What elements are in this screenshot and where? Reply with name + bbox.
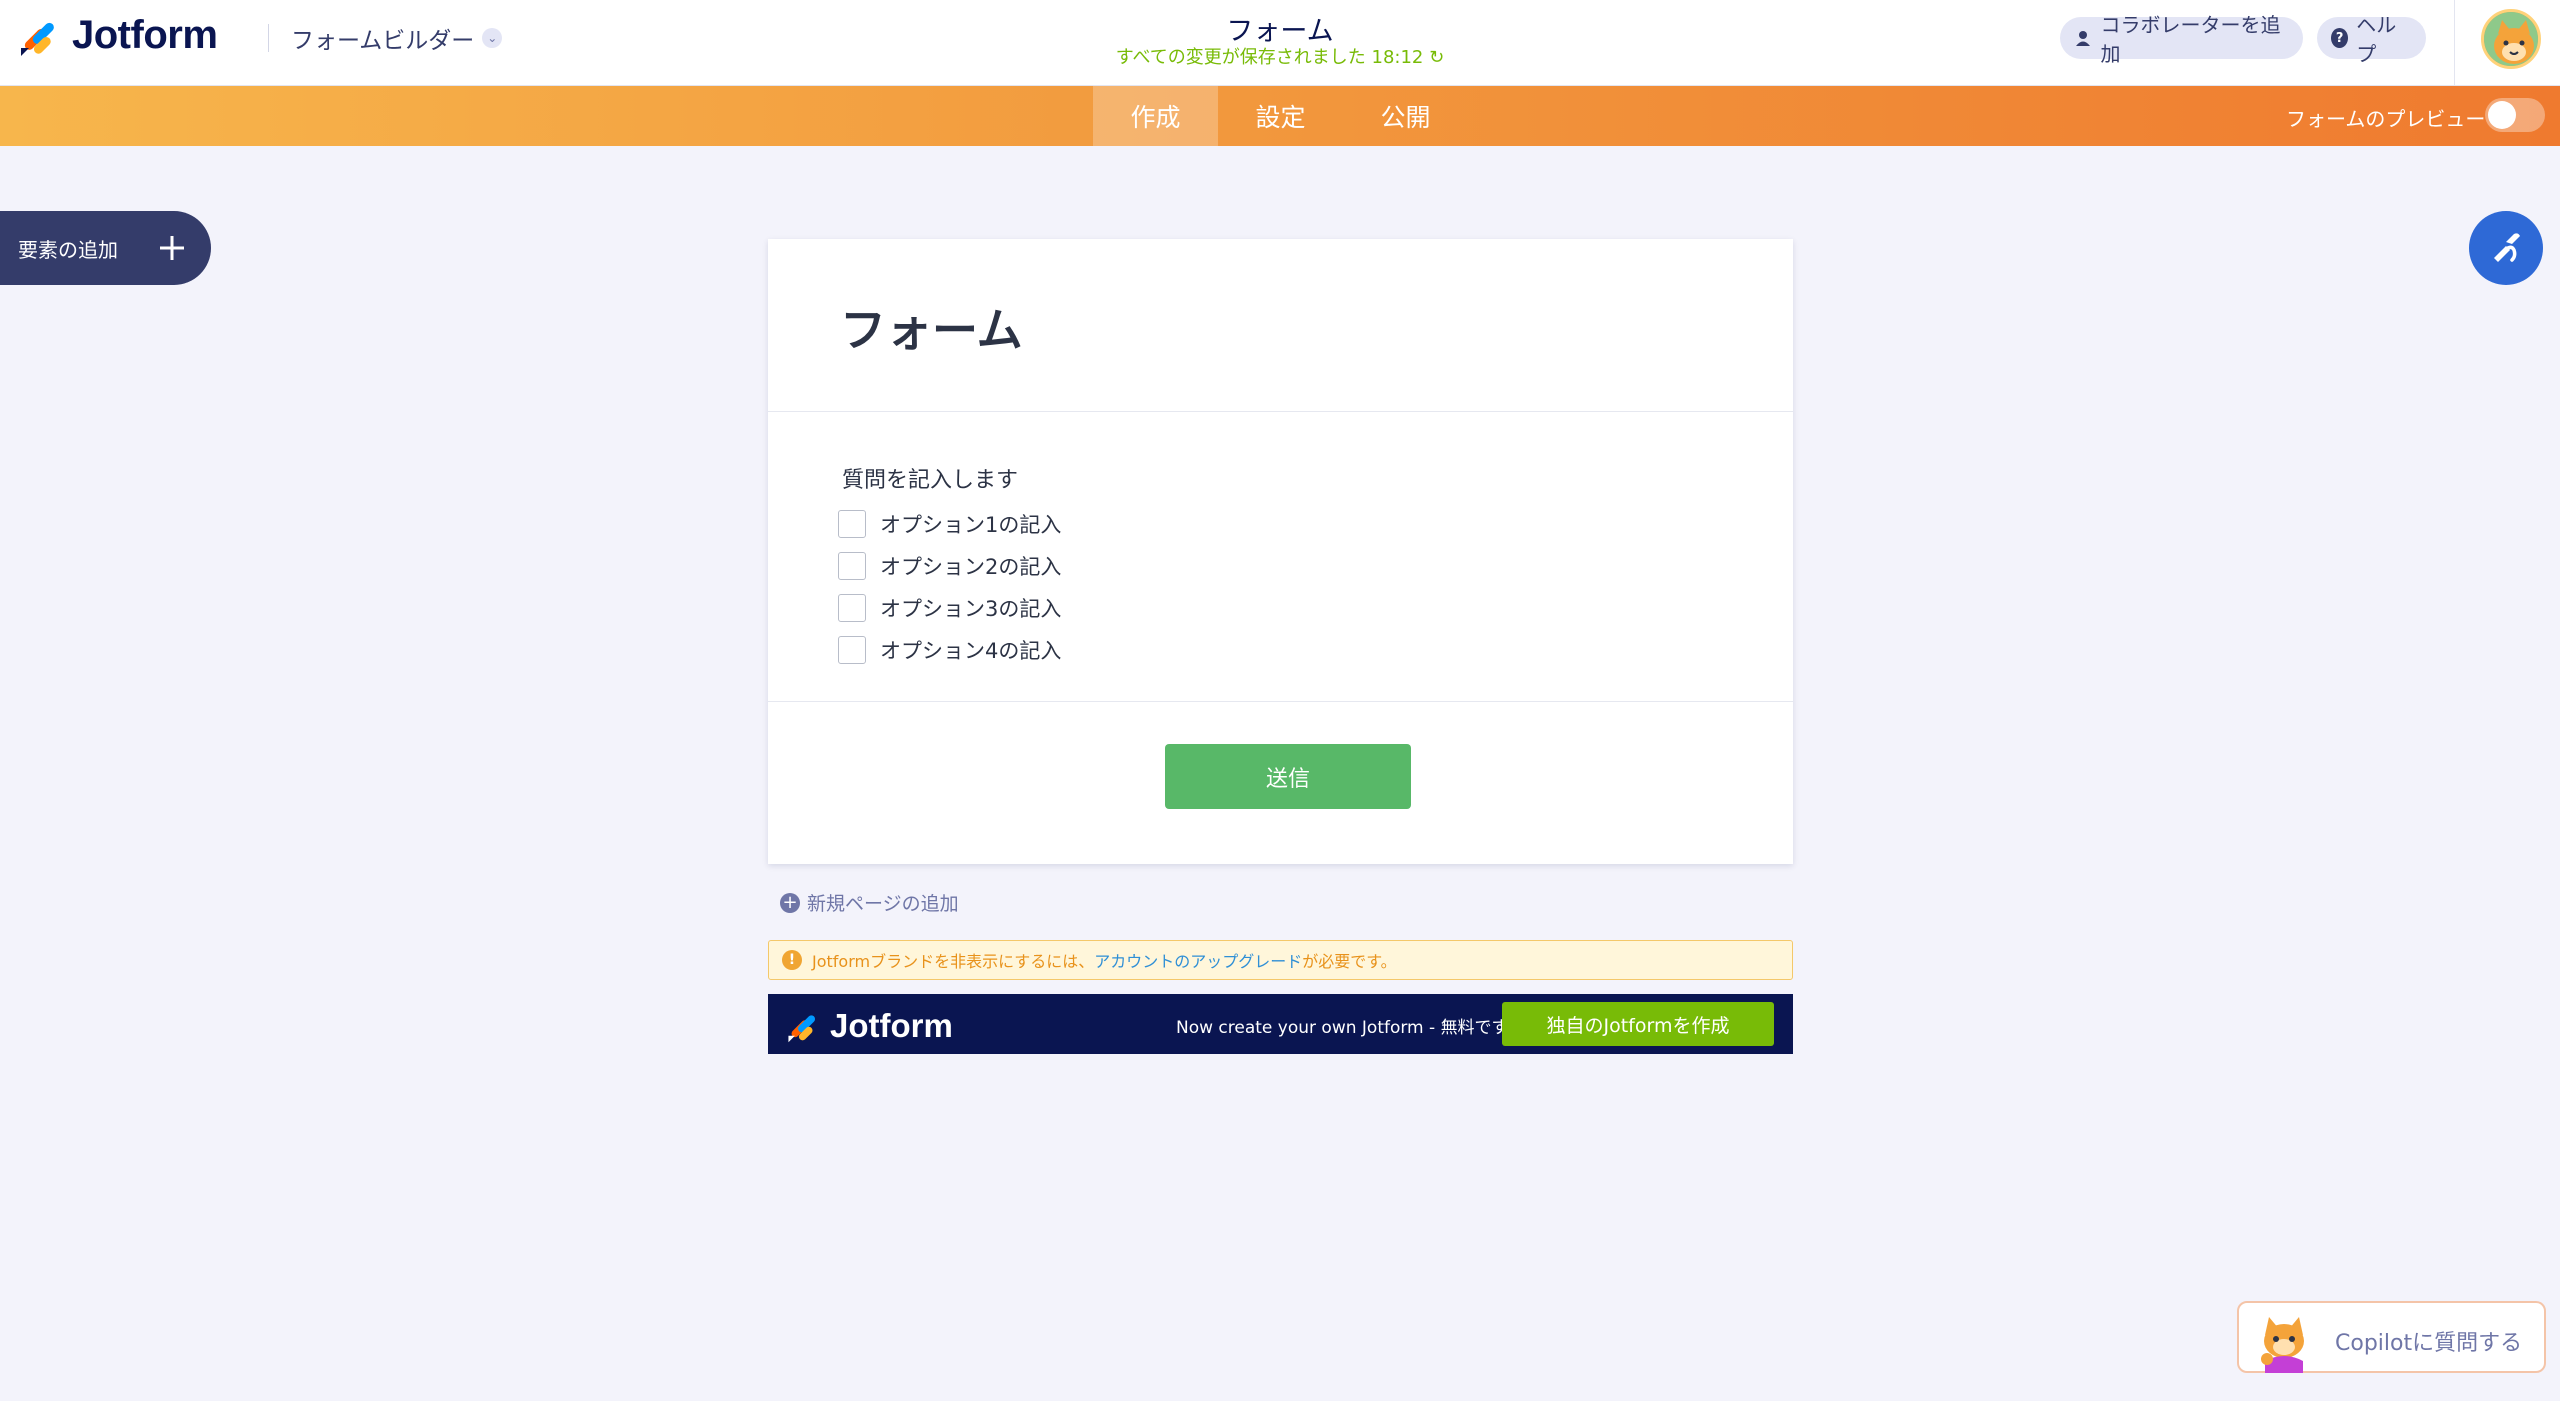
form-preview-label: フォームのプレビュー (2286, 107, 2486, 131)
question-icon: ? (2331, 28, 2349, 48)
save-status-text: すべての変更が保存されました 18:12 (1115, 47, 1424, 68)
option-label: オプション1の記入 (880, 513, 1062, 537)
top-header: Jotform フォームビルダー ⌄ フォーム すべての変更が保存されました 1… (0, 0, 2560, 86)
form-card: フォーム 質問を記入します オプション1の記入 オプション2の記入 オプション3… (768, 239, 1793, 864)
banner-brand-name: Jotform (830, 1007, 953, 1044)
header-vertical-divider (2454, 0, 2455, 86)
tab-build[interactable]: 作成 (1093, 86, 1218, 146)
add-collaborator-label: コラボレーターを追加 (2100, 13, 2281, 66)
warning-text-after: が必要です。 (1302, 952, 1397, 971)
brand-name: Jotform (72, 13, 218, 57)
help-button[interactable]: ? ヘルプ (2317, 13, 2426, 66)
user-icon (2074, 28, 2092, 48)
checkbox[interactable] (838, 510, 866, 538)
warning-text-before: Jotformブランドを非表示にするには、 (812, 952, 1095, 971)
banner-tagline: Now create your own Jotform - 無料です (1176, 1018, 1509, 1038)
jotform-logo[interactable]: Jotform (18, 13, 218, 58)
create-own-jotform-button[interactable]: 独自のJotformを作成 (1502, 1002, 1774, 1046)
option-checkbox-2[interactable]: オプション2の記入 (838, 551, 1061, 581)
option-checkbox-1[interactable]: オプション1の記入 (838, 509, 1061, 539)
option-label: オプション4の記入 (880, 639, 1062, 663)
option-checkbox-4[interactable]: オプション4の記入 (838, 635, 1061, 665)
cat-avatar-icon (2484, 12, 2538, 66)
paint-roller-icon (2494, 233, 2520, 262)
jotform-logo-icon (788, 1015, 816, 1043)
form-preview-toggle[interactable] (2485, 98, 2545, 132)
builder-dropdown-label: フォームビルダー (291, 28, 475, 54)
builder-nav: 作成 設定 公開 フォームのプレビュー (0, 86, 2560, 146)
option-label: オプション2の記入 (880, 555, 1062, 579)
checkbox[interactable] (838, 552, 866, 580)
upgrade-account-link[interactable]: アカウントのアップグレード (1094, 952, 1302, 971)
copilot-label: Copilotに質問する (2335, 1331, 2523, 1356)
question-label[interactable]: 質問を記入します (842, 462, 1018, 494)
add-collaborator-button[interactable]: コラボレーターを追加 (2060, 13, 2303, 66)
chevron-down-icon: ⌄ (482, 28, 503, 48)
jotform-branding-banner: Jotform Now create your own Jotform - 無料… (768, 994, 1793, 1054)
user-avatar[interactable] (2481, 9, 2541, 69)
checkbox[interactable] (838, 636, 866, 664)
builder-dropdown[interactable]: フォームビルダー ⌄ (291, 21, 503, 55)
tab-settings[interactable]: 設定 (1218, 86, 1343, 146)
option-checkbox-3[interactable]: オプション3の記入 (838, 593, 1061, 623)
add-new-page-label: 新規ページの追加 (807, 893, 959, 915)
jotform-logo-icon (21, 22, 54, 56)
form-designer-button[interactable] (2469, 211, 2543, 285)
tab-publish[interactable]: 公開 (1343, 86, 1468, 146)
submit-button[interactable]: 送信 (1165, 744, 1411, 809)
add-element-button[interactable]: 要素の追加 (0, 211, 211, 285)
submit-divider (768, 701, 1793, 702)
warning-icon: ! (782, 950, 802, 970)
history-icon[interactable]: ↻ (1429, 47, 1444, 68)
plus-circle-icon: + (780, 892, 800, 913)
help-label: ヘルプ (2356, 13, 2397, 66)
plus-icon (160, 236, 184, 260)
header-divider (268, 24, 269, 52)
form-heading[interactable]: フォーム (840, 294, 1023, 360)
heading-divider (768, 411, 1793, 412)
checkbox[interactable] (838, 594, 866, 622)
branding-warning: ! Jotformブランドを非表示にするには、アカウントのアップグレードが必要で… (768, 940, 1793, 980)
copilot-cat-icon (2261, 1317, 2304, 1373)
warning-text: Jotformブランドを非表示にするには、アカウントのアップグレードが必要です。 (812, 948, 1397, 972)
add-element-label: 要素の追加 (18, 237, 118, 262)
add-new-page-button[interactable]: + 新規ページの追加 (780, 889, 959, 916)
toggle-knob (2488, 101, 2516, 129)
option-label: オプション3の記入 (880, 597, 1062, 621)
banner-logo[interactable]: Jotform (786, 1007, 953, 1045)
copilot-button[interactable]: Copilotに質問する (2237, 1301, 2546, 1373)
